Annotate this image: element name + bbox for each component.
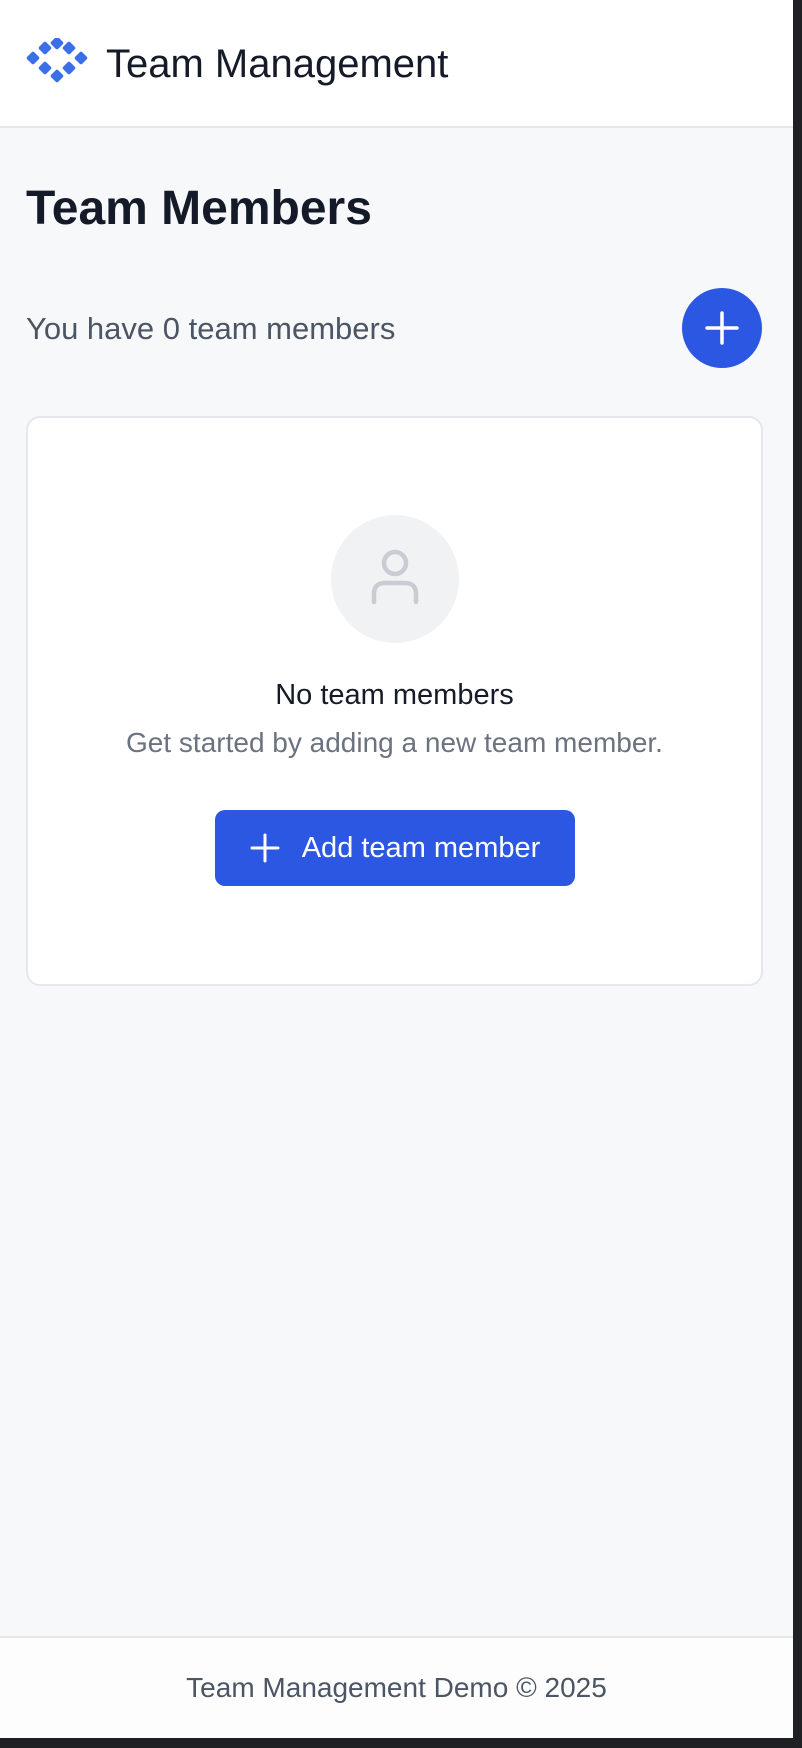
add-member-fab-button[interactable] <box>682 288 762 368</box>
plus-icon <box>250 833 280 863</box>
app-title: Team Management <box>106 42 449 86</box>
empty-state-subtitle: Get started by adding a new team member. <box>126 727 663 758</box>
add-team-member-label: Add team member <box>301 832 541 864</box>
empty-state-card: No team members Get started by adding a … <box>26 416 763 986</box>
diamond-cluster-logo-icon <box>26 36 90 86</box>
add-team-member-button[interactable]: Add team member <box>215 810 575 886</box>
plus-icon <box>705 311 739 345</box>
empty-avatar <box>331 515 459 643</box>
app-footer: Team Management Demo © 2025 <box>0 1636 793 1738</box>
user-icon <box>369 548 421 611</box>
app-header: Team Management <box>0 0 793 128</box>
app-window: Team Management Team Members You have 0 … <box>0 0 793 1738</box>
member-count-text: You have 0 team members <box>26 311 396 346</box>
page-title: Team Members <box>26 182 372 235</box>
footer-text: Team Management Demo © 2025 <box>186 1672 607 1703</box>
empty-state-title: No team members <box>275 679 514 711</box>
